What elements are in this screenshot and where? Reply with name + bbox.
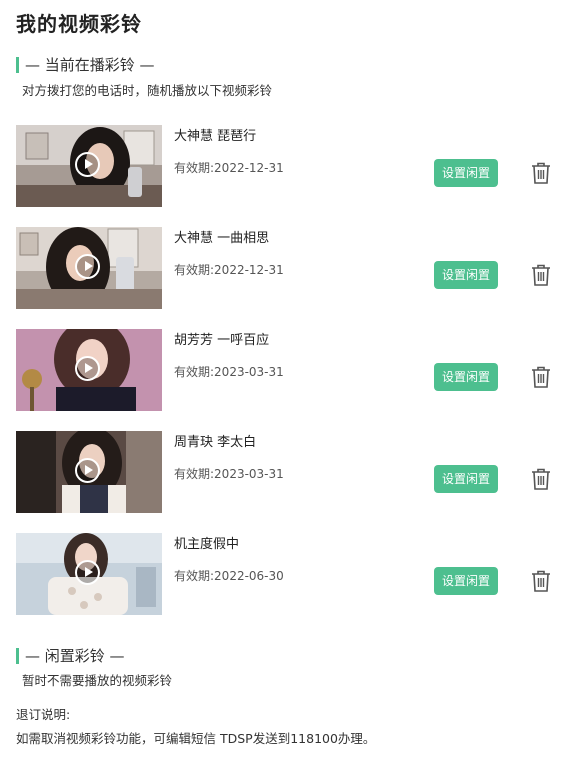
section-accent-bar (16, 647, 19, 664)
play-icon[interactable] (75, 356, 100, 381)
idle-section-title: — 闲置彩铃 — (25, 647, 125, 665)
unsubscribe-notes-text: 如需取消视频彩铃功能，可编辑短信 TDSP发送到118100办理。 (16, 731, 376, 746)
current-section-header: — 当前在播彩铃 — (16, 54, 155, 75)
section-accent-bar (16, 56, 19, 73)
ringtone-item: 机主度假中 有效期:2022-06-30 设置闲置 (16, 533, 566, 615)
ringtone-name: 胡芳芳 一呼百应 (174, 333, 270, 348)
set-idle-button[interactable]: 设置闲置 (434, 159, 498, 187)
trash-icon[interactable] (530, 161, 552, 185)
ringtone-item: 大神慧 一曲相思 有效期:2022-12-31 设置闲置 (16, 227, 566, 309)
current-section-title: — 当前在播彩铃 — (25, 56, 155, 74)
ringtone-validity: 有效期:2022-06-30 (174, 569, 284, 583)
video-thumbnail[interactable] (16, 431, 162, 513)
ringtone-validity: 有效期:2022-12-31 (174, 161, 284, 175)
trash-icon[interactable] (530, 467, 552, 491)
ringtone-validity: 有效期:2023-03-31 (174, 467, 284, 481)
video-thumbnail[interactable] (16, 533, 162, 615)
video-thumbnail[interactable] (16, 125, 162, 207)
play-icon[interactable] (75, 254, 100, 279)
set-idle-button[interactable]: 设置闲置 (434, 261, 498, 289)
ringtone-name: 机主度假中 (174, 537, 240, 552)
ringtone-name: 大神慧 琵琶行 (174, 129, 257, 144)
idle-section-desc: 暂时不需要播放的视频彩铃 (22, 673, 173, 688)
ringtone-item: 胡芳芳 一呼百应 有效期:2023-03-31 设置闲置 (16, 329, 566, 411)
video-thumbnail[interactable] (16, 329, 162, 411)
video-thumbnail[interactable] (16, 227, 162, 309)
ringtone-item: 周青玦 李太白 有效期:2023-03-31 设置闲置 (16, 431, 566, 513)
unsubscribe-notes-title: 退订说明: (16, 707, 71, 722)
play-icon[interactable] (75, 152, 100, 177)
set-idle-button[interactable]: 设置闲置 (434, 363, 498, 391)
ringtone-name: 周青玦 李太白 (174, 435, 257, 450)
set-idle-button[interactable]: 设置闲置 (434, 465, 498, 493)
trash-icon[interactable] (530, 569, 552, 593)
idle-section-header: — 闲置彩铃 — (16, 645, 125, 666)
ringtone-validity: 有效期:2023-03-31 (174, 365, 284, 379)
ringtone-validity: 有效期:2022-12-31 (174, 263, 284, 277)
page-title: 我的视频彩铃 (16, 12, 142, 36)
trash-icon[interactable] (530, 263, 552, 287)
trash-icon[interactable] (530, 365, 552, 389)
play-icon[interactable] (75, 560, 100, 585)
current-section-desc: 对方拨打您的电话时，随机播放以下视频彩铃 (22, 83, 273, 98)
ringtone-name: 大神慧 一曲相思 (174, 231, 270, 246)
set-idle-button[interactable]: 设置闲置 (434, 567, 498, 595)
ringtone-item: 大神慧 琵琶行 有效期:2022-12-31 设置闲置 (16, 125, 566, 207)
play-icon[interactable] (75, 458, 100, 483)
